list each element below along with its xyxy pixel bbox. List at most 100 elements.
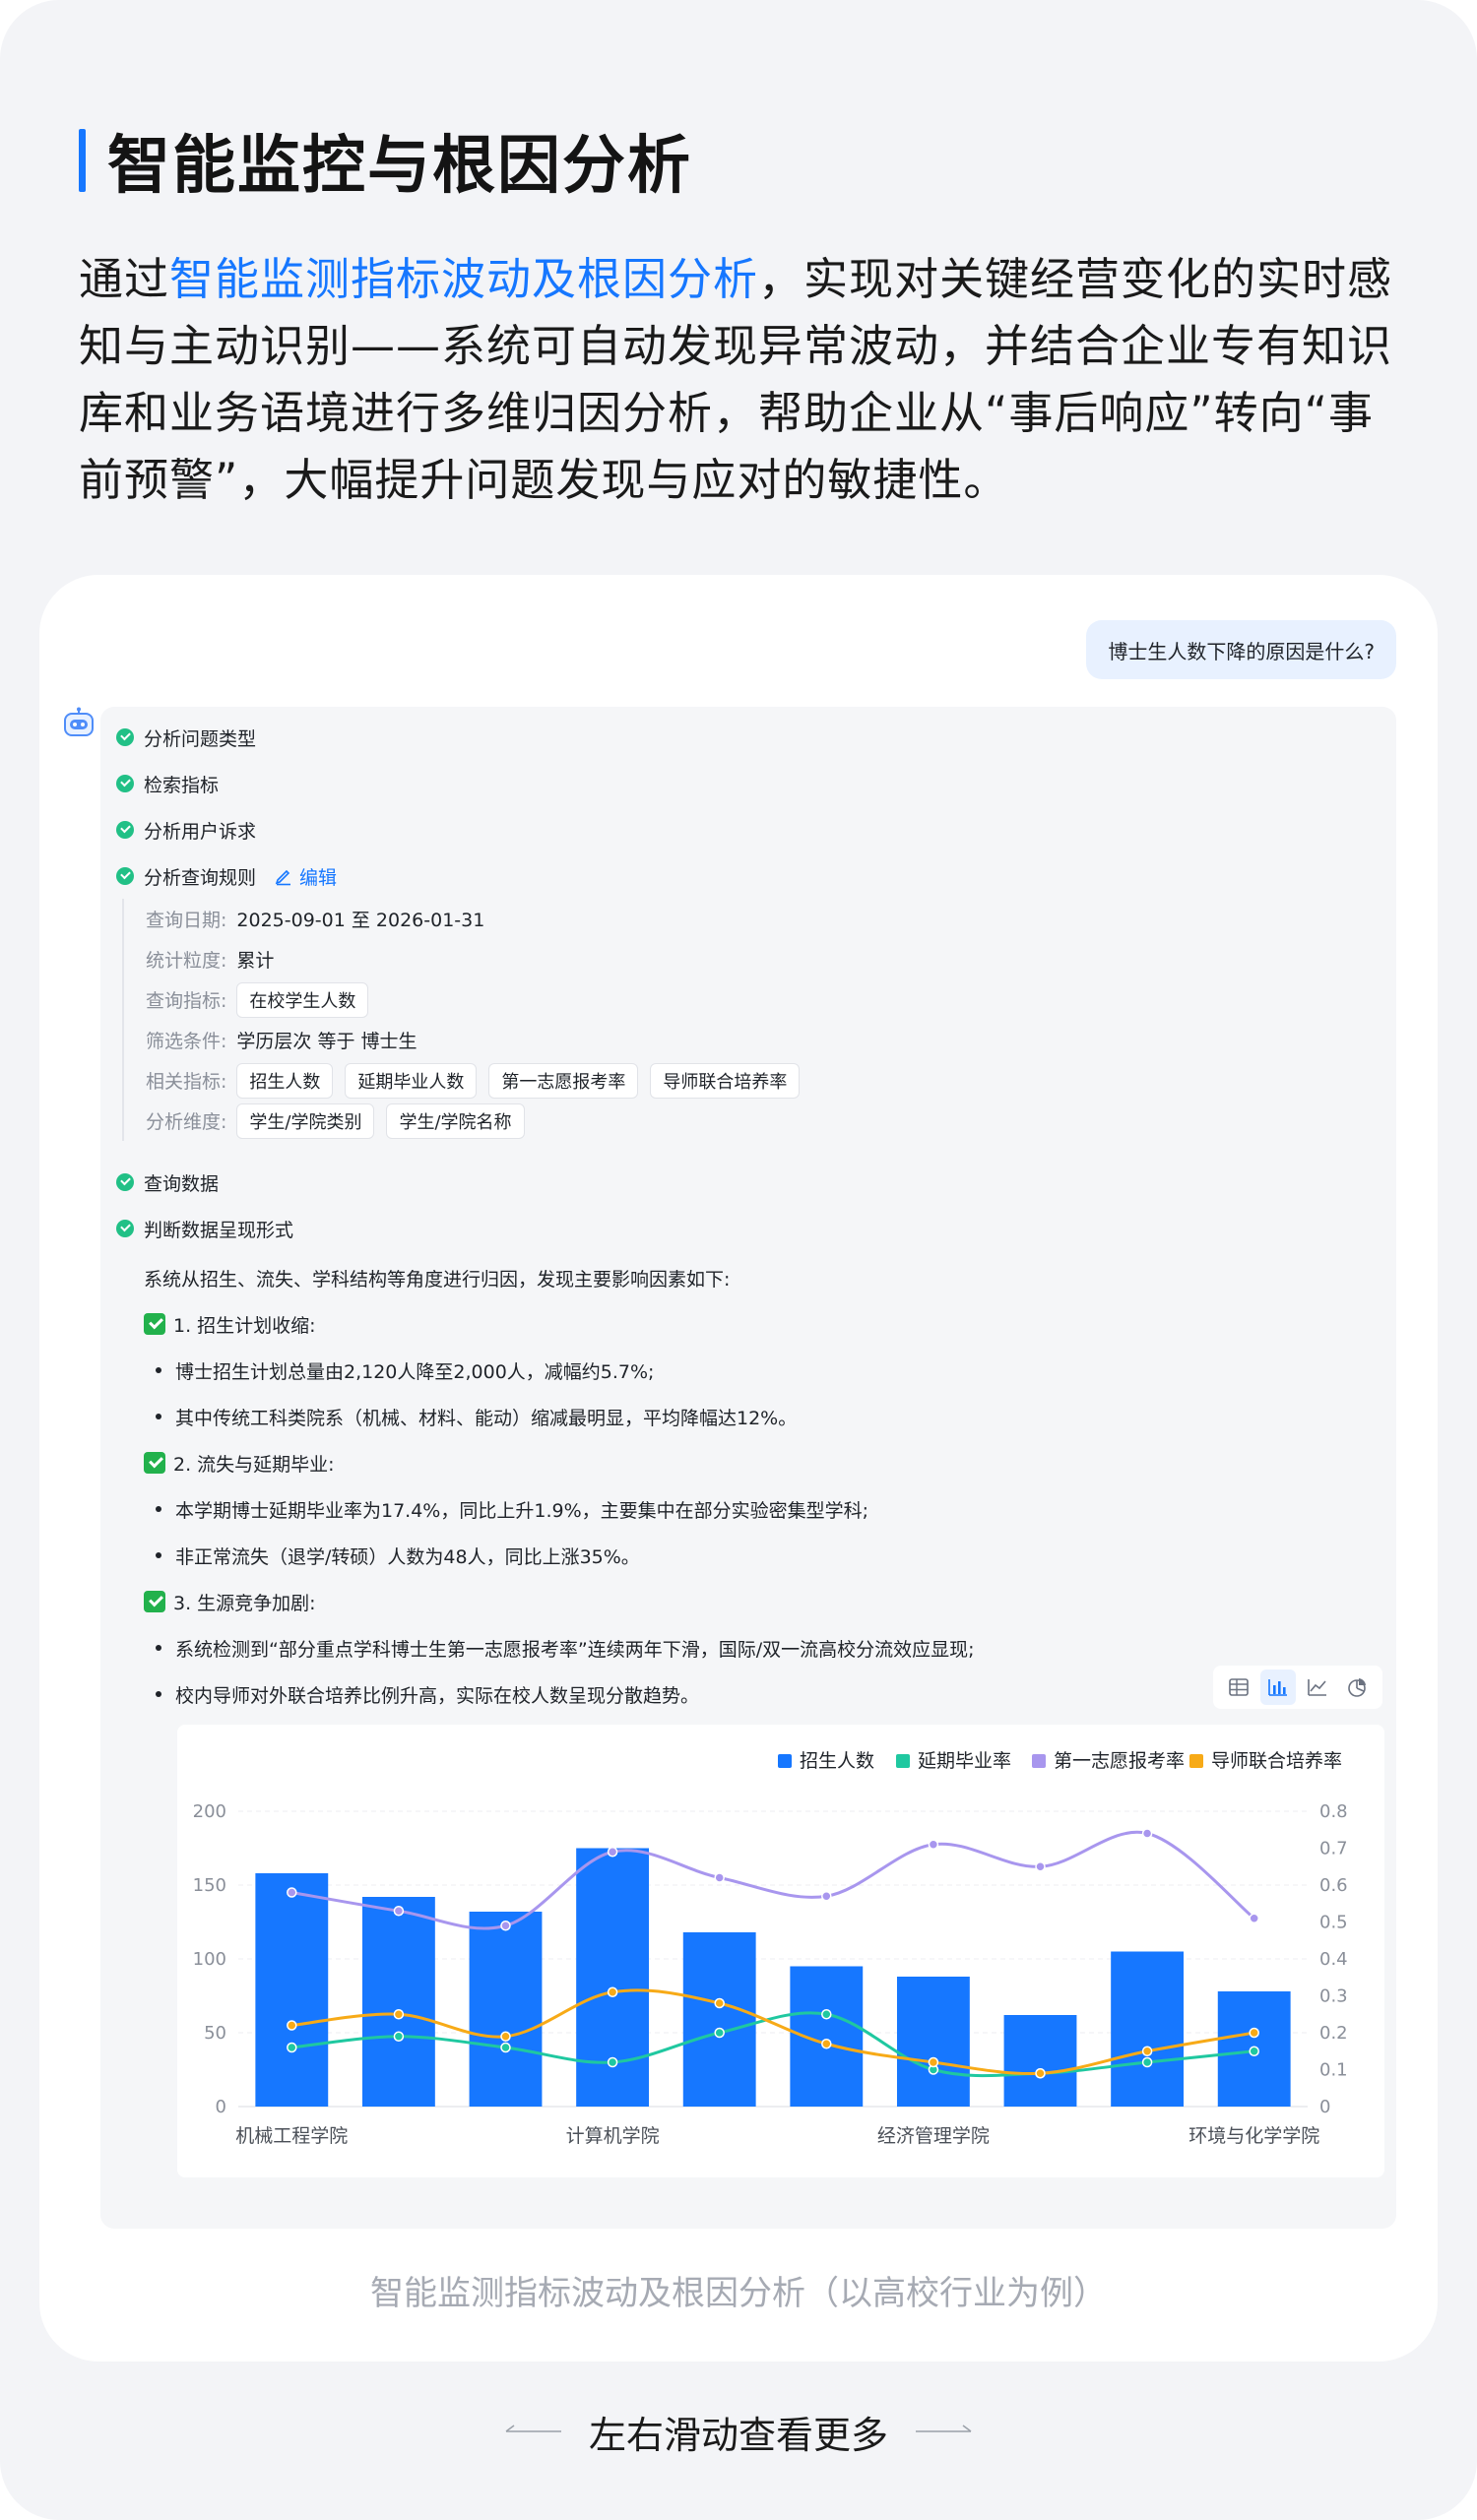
arrow-right-icon: [916, 2425, 972, 2432]
rule-metric: 查询指标: 在校学生人数: [146, 979, 1107, 1020]
bar: [1111, 1951, 1185, 2107]
card-caption: 智能监测指标波动及根因分析（以高校行业为例）: [370, 2274, 1107, 2313]
related-chip: 招生人数: [236, 1062, 334, 1099]
answer-panel: 分析问题类型 检索指标 分析用户诉求 分析查询规则 编辑 查询日期: 2025-0…: [100, 707, 1396, 2229]
series-point: [928, 2056, 939, 2068]
rule-label: 统计粒度:: [146, 950, 227, 972]
table-icon: [1229, 1678, 1249, 1696]
series-point: [714, 1872, 725, 1883]
series-point: [500, 2031, 511, 2042]
swipe-hint-text: 左右滑动查看更多: [588, 2413, 888, 2457]
arrow-left-icon: [505, 2425, 561, 2432]
section-title-text: 2. 流失与延期毕业:: [173, 1453, 335, 1476]
series-point: [500, 1921, 511, 1931]
page-title: 智能监控与根因分析: [107, 130, 692, 203]
step-label: 查询数据: [144, 1172, 220, 1195]
x-tick-label: 经济管理学院: [877, 2125, 990, 2147]
checkbox-icon: [144, 1452, 165, 1474]
cause-bullet: 校内导师对外联合培养比例升高，实际在校人数呈现分散趋势。: [156, 1679, 699, 1709]
series-point: [393, 2009, 405, 2020]
bar: [576, 1848, 650, 2107]
legend-label: 延期毕业率: [918, 1750, 1011, 1772]
bar: [896, 1977, 970, 2107]
series-point: [1249, 2027, 1259, 2039]
y-right-tick-label: 0.1: [1319, 2060, 1348, 2081]
cause-bullet: 博士招生计划总量由2,120人降至2,000人，减幅约5.7%;: [156, 1355, 654, 1385]
legend-swatch: [778, 1754, 792, 1768]
rule-label: 筛选条件:: [146, 1031, 227, 1052]
y-left-tick-label: 100: [193, 1949, 226, 1970]
demo-card: 博士生人数下降的原因是什么? 分析问题类型 检索指标 分析用户诉求 分析查询规则…: [39, 575, 1438, 2362]
step-label: 分析问题类型: [144, 727, 257, 750]
y-left-tick-label: 50: [204, 2023, 226, 2044]
check-icon: [116, 1173, 134, 1191]
rule-granularity: 统计粒度: 累计: [146, 939, 1107, 979]
line-chart-button[interactable]: [1300, 1670, 1335, 1705]
cause-bullet: 其中传统工科类院系（机械、材料、能动）缩减最明显，平均降幅达12%。: [156, 1402, 797, 1431]
rule-date: 查询日期: 2025-09-01 至 2026-01-31: [146, 899, 1107, 939]
series-point: [1141, 2056, 1153, 2068]
y-left-tick-label: 150: [193, 1875, 226, 1896]
series-point: [393, 1906, 405, 1917]
cause-section-title: 2. 流失与延期毕业:: [144, 1448, 335, 1478]
y-right-tick-label: 0.5: [1319, 1913, 1348, 1933]
cause-bullet: 系统检测到“部分重点学科博士生第一志愿报考率”连续两年下滑，国际/双一流高校分流…: [156, 1633, 975, 1663]
check-icon: [116, 1220, 134, 1237]
legend-label: 导师联合培养率: [1211, 1750, 1342, 1772]
step-query-data: 查询数据: [116, 1167, 219, 1197]
bar: [361, 1897, 435, 2107]
rule-label: 相关指标:: [146, 1071, 227, 1093]
intro-paragraph: 通过智能监测指标波动及根因分析，实现对关键经营变化的实时感知与主动识别——系统可…: [79, 246, 1403, 514]
y-right-tick-label: 0.4: [1319, 1949, 1348, 1970]
series-point: [1035, 1861, 1046, 1872]
combo-chart: 0 50 100 150 200 0 0.1 0.2 0.3 0.4 0.5 0.6 0.7 0.8 机械工…: [177, 1725, 1384, 2177]
series-point: [287, 2042, 297, 2053]
series-point: [714, 2027, 725, 2039]
step-label: 分析查询规则: [144, 866, 257, 889]
series-point: [1141, 1828, 1153, 1839]
intro-highlight: 智能监测指标波动及根因分析: [169, 253, 759, 305]
pencil-icon: [275, 869, 291, 886]
query-rules: 查询日期: 2025-09-01 至 2026-01-31 统计粒度: 累计 查询指…: [122, 899, 1107, 1141]
x-tick-label: 机械工程学院: [235, 2125, 348, 2147]
bar-chart-icon: [1268, 1679, 1287, 1696]
edit-rules-link[interactable]: 编辑: [274, 863, 337, 890]
chart-canvas: 0 50 100 150 200 0 0.1 0.2 0.3 0.4 0.5 0.6 0.7 0.8 机械工…: [193, 1750, 1348, 2147]
bot-avatar-icon: [64, 707, 94, 736]
check-icon: [116, 867, 134, 885]
related-chip: 延期毕业人数: [345, 1062, 478, 1099]
analysis-summary: 系统从招生、流失、学科结构等角度进行归因，发现主要影响因素如下:: [144, 1269, 731, 1291]
pie-chart-icon: [1348, 1678, 1366, 1697]
section-heading: 智能监控与根因分析: [79, 126, 692, 203]
bar: [469, 1912, 543, 2107]
y-right-tick-label: 0.6: [1319, 1875, 1348, 1896]
page: 智能监控与根因分析 通过智能监测指标波动及根因分析，实现对关键经营变化的实时感知…: [0, 0, 1477, 2520]
series-line: [291, 1988, 1254, 2076]
check-icon: [116, 775, 134, 792]
related-chip: 导师联合培养率: [650, 1062, 801, 1099]
chart-type-toolbar: [1213, 1666, 1382, 1709]
series-point: [821, 1891, 832, 1902]
bar-chart-button[interactable]: [1260, 1670, 1296, 1705]
section-title-text: 1. 招生计划收缩:: [173, 1314, 316, 1337]
pie-chart-button[interactable]: [1339, 1670, 1375, 1705]
table-view-button[interactable]: [1221, 1670, 1256, 1705]
y-right-tick-label: 0.3: [1319, 1986, 1348, 2007]
rule-value: 学历层次 等于 博士生: [236, 1031, 417, 1052]
legend-swatch: [1189, 1754, 1203, 1768]
series-point: [1249, 1913, 1259, 1923]
x-tick-label: 计算机学院: [566, 2125, 660, 2147]
check-icon: [116, 821, 134, 839]
cause-section-title: 3. 生源竞争加剧:: [144, 1587, 316, 1616]
checkbox-icon: [144, 1313, 165, 1335]
rule-related: 相关指标: 招生人数 延期毕业人数 第一志愿报考率 导师联合培养率: [146, 1060, 1107, 1101]
step-label: 判断数据呈现形式: [144, 1219, 294, 1241]
series-point: [287, 2020, 297, 2031]
dimension-chip: 学生/学院类别: [236, 1102, 375, 1139]
bar: [682, 1932, 756, 2107]
step-label: 分析用户诉求: [144, 820, 257, 843]
line-chart-icon: [1308, 1679, 1326, 1696]
rule-label: 分析维度:: [146, 1111, 227, 1133]
series-point: [1141, 2046, 1153, 2056]
check-icon: [116, 728, 134, 746]
